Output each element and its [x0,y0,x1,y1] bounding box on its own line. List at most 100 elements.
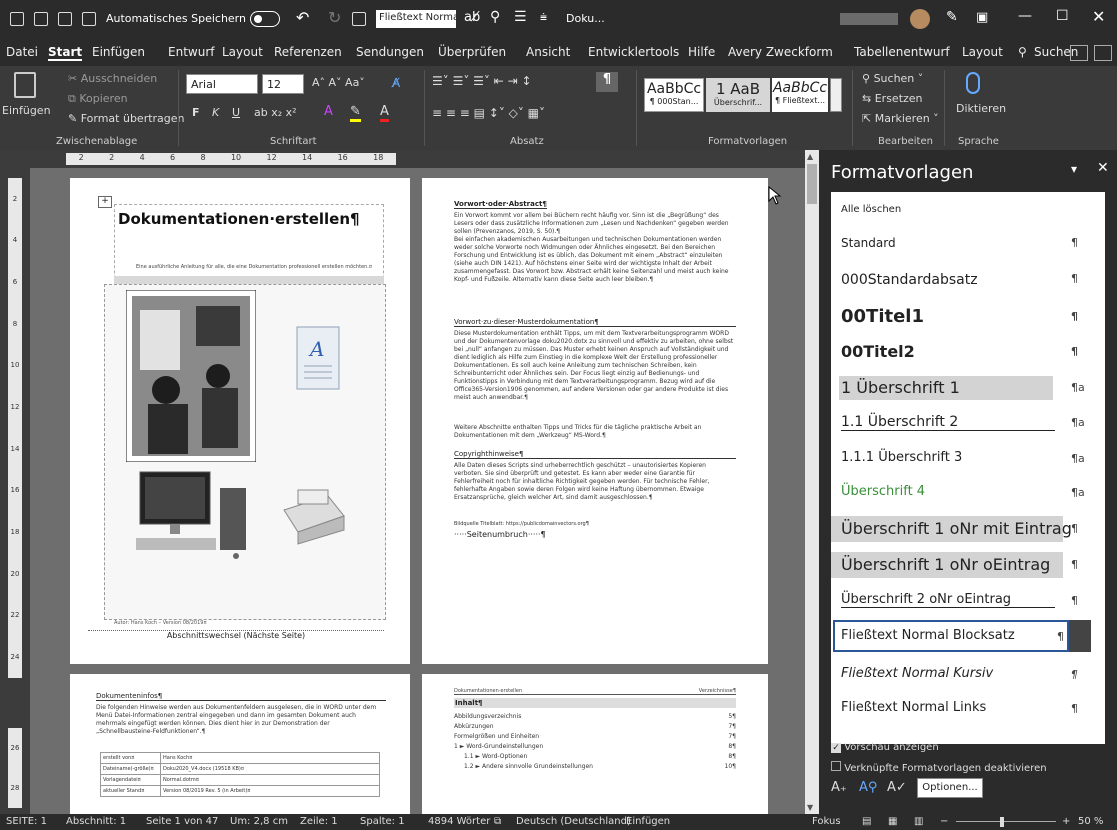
status-words[interactable]: 4894 Wörter [428,816,490,827]
format-icon[interactable]: ab̸ [464,10,480,25]
font-size-select[interactable]: 12 [262,74,304,94]
status-line[interactable]: Zeile: 1 [300,816,338,827]
tab-entwicklertools[interactable]: Entwicklertools [588,45,679,59]
minimize-icon[interactable]: — [1018,8,1032,24]
tab-hilfe[interactable]: Hilfe [688,45,715,59]
new-style-icon[interactable]: A₊ [831,780,847,795]
document-canvas[interactable]: + Dokumentationen·erstellen¶ Eine ausfüh… [30,168,805,814]
font-name-select[interactable]: Arial [186,74,258,94]
find-button[interactable]: ⚲ Suchen ˅ [862,72,923,85]
scrollbar-thumb[interactable] [807,164,817,204]
tab-entwurf[interactable]: Entwurf [168,45,214,59]
pane-close-icon[interactable]: ✕ [1097,160,1109,176]
list-icons[interactable]: ☰˅ ☰˅ ☰˅ ⇤ ⇥ ↕ [432,74,532,88]
copy-button[interactable]: ⧉ Kopieren [68,92,128,106]
tab-sendungen[interactable]: Sendungen [356,45,424,59]
italic-button[interactable]: K [212,106,219,119]
proofing-icon[interactable]: ⧉ [494,816,501,827]
tab-datei[interactable]: Datei [6,45,38,59]
replace-button[interactable]: ⇆ Ersetzen [862,92,923,105]
style-inspector-icon[interactable]: A⚲ [859,780,877,795]
save-icon[interactable] [82,12,96,26]
pilcrow-toggle[interactable]: ¶ [596,72,618,92]
status-language[interactable]: Deutsch (Deutschland) [516,816,631,827]
zoom-in-icon[interactable]: + [1062,816,1070,827]
linked-styles-checkbox[interactable]: Verknüpfte Formatvorlagen deaktivieren [831,761,1047,774]
format-painter-button[interactable]: ✎ Format übertragen [68,112,185,125]
microphone-icon[interactable] [966,72,980,94]
toc-entry[interactable]: Abbildungsverzeichnis 5¶ [454,712,736,722]
web-layout-icon[interactable]: ▥ [914,816,923,827]
dictate-button[interactable]: Diktieren [956,102,1006,115]
read-mode-icon[interactable]: ▤ [862,816,871,827]
tab-avery[interactable]: Avery Zweckform [728,45,833,59]
zoom-out-icon[interactable]: − [940,816,948,827]
page-1[interactable]: + Dokumentationen·erstellen¶ Eine ausfüh… [70,178,410,664]
style-item[interactable]: Überschrift 1 oNr mit Eintrag ¶ [831,516,1105,542]
preview-checkbox[interactable]: ✓ Vorschau anzeigen [831,742,939,753]
zoom-slider-thumb[interactable] [1000,817,1004,827]
manage-styles-icon[interactable]: A✓ [887,780,907,795]
page-setup-icon[interactable] [352,12,366,26]
toc-entry[interactable]: 1.2 ► Andere sinnvolle Grundeinstellunge… [454,762,736,772]
search-icon[interactable]: ⚲ [490,9,500,25]
bold-button[interactable]: F [192,106,200,119]
zoom-level[interactable]: 50 % [1078,816,1103,827]
ribbon-display-icon[interactable]: ▣ [976,10,988,25]
zoom-slider[interactable] [956,821,1056,822]
maximize-icon[interactable]: ☐ [1056,8,1069,24]
vertical-ruler[interactable]: 2 4 6 8 10 12 14 16 18 20 22 24 26 28 [0,168,30,814]
page-2[interactable]: Vorwort·oder·Abstract¶ Ein Vorwort kommt… [422,178,768,664]
window-icon[interactable] [58,12,72,26]
account-name[interactable] [840,13,898,25]
redo-icon[interactable]: ↻ [328,8,341,27]
strike-sub-sup-icon[interactable]: ab x₂ x² [254,106,297,119]
focus-button[interactable]: Fokus [812,816,841,827]
style-item[interactable]: Überschrift 1 oNr oEintrag ¶ [831,552,1105,578]
cut-button[interactable]: ✂ Ausschneiden [68,72,157,85]
paste-icon[interactable] [14,72,36,98]
print-layout-icon[interactable]: ▦ [888,816,897,827]
toc-entry[interactable]: 1.1 ► Word-Optionen 8¶ [454,752,736,762]
new-document-icon[interactable] [10,12,24,26]
comments-icon[interactable] [1094,45,1112,61]
style-gallery-item[interactable]: AaBbCc ¶ Fließtext... [772,78,828,112]
status-position[interactable]: Um: 2,8 cm [230,816,288,827]
close-icon[interactable]: ✕ [1092,7,1105,26]
search-icon[interactable]: ⚲ [1018,45,1027,59]
pen-icon[interactable]: ✎ [946,9,958,25]
share-icon[interactable] [1070,45,1088,61]
tab-ueberpruefen[interactable]: Überprüfen [438,45,506,59]
tab-einfuegen[interactable]: Einfügen [92,45,145,59]
select-button[interactable]: ⇱ Markieren ˅ [862,112,939,125]
page-4[interactable]: Dokumentationen·erstellen Verzeichnisse¶ … [422,674,768,814]
style-gallery-item[interactable]: 1 AaB Überschrif... [706,78,770,112]
status-mode[interactable]: Einfügen [626,816,670,827]
scroll-down-icon[interactable]: ▼ [807,803,813,812]
status-pages[interactable]: Seite 1 von 47 [146,816,218,827]
horizontal-ruler[interactable]: 2 2 4 6 8 10 12 14 16 18 [0,150,805,168]
toc-entry[interactable]: 1 ► Word-Grundeinstellungen 8¶ [454,742,736,752]
pane-menu-icon[interactable]: ▾ [1071,162,1077,176]
options-button[interactable]: Optionen... [917,778,983,798]
style-item-selected[interactable]: Fließtext Normal Blocksatz ¶ [831,620,1105,652]
align-icons[interactable]: ≡ ≡ ≡ ▤ ↕˅ ◇˅ ▦˅ [432,106,545,120]
tab-tabellenentwurf[interactable]: Tabellenentwurf [854,45,950,59]
tab-referenzen[interactable]: Referenzen [274,45,342,59]
avatar[interactable] [910,9,930,29]
scroll-up-icon[interactable]: ▲ [807,152,813,161]
highlight-icon[interactable]: ✎ [350,104,361,122]
customize-icon[interactable]: ⩧ [540,10,547,25]
status-section[interactable]: Abschnitt: 1 [66,816,126,827]
status-page[interactable]: SEITE: 1 [6,816,47,827]
style-quick-box[interactable]: Fließtext Normal Bl [376,10,456,28]
style-gallery-item[interactable]: AaBbCc ¶ 000Stan... [644,78,704,112]
status-column[interactable]: Spalte: 1 [360,816,405,827]
paste-button[interactable]: Einfügen [2,104,51,117]
font-color-icon[interactable]: A [380,104,389,122]
toc-entry[interactable]: Formelgrößen und Einheiten 7¶ [454,732,736,742]
gallery-scroll[interactable] [830,78,842,112]
tab-layout[interactable]: Layout [222,45,263,59]
layout-icon[interactable]: ☰ [514,9,527,25]
page-3[interactable]: Dokumenteninfos¶ Die folgenden Hinweise … [70,674,410,814]
